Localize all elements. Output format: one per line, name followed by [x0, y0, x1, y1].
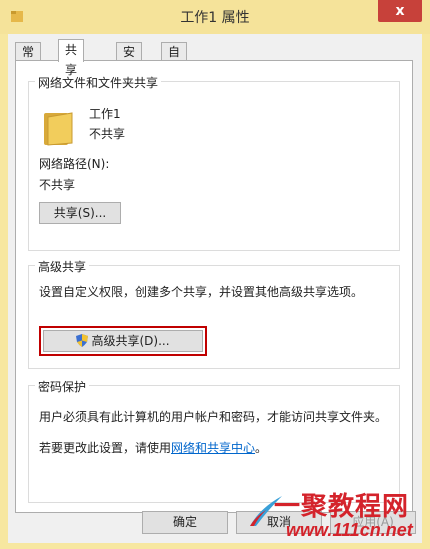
network-path-label: 网络路径(N): — [39, 157, 110, 171]
apply-button[interactable]: 应用(A) — [330, 511, 416, 534]
change-suffix: 。 — [255, 441, 268, 455]
tab-security[interactable]: 安全 — [116, 42, 143, 77]
password-description: 用户必须具有此计算机的用户帐户和密码，才能访问共享文件夹。 — [39, 410, 388, 424]
sharing-panel: 网络文件和文件夹共享 工作1 不共享 网络路径(N): 不共享 共享(S)...… — [15, 60, 413, 513]
title-bar: 工作1 属性 x — [0, 0, 430, 34]
window-title: 工作1 属性 — [180, 10, 250, 26]
group-title: 网络文件和文件夹共享 — [35, 74, 162, 91]
share-button[interactable]: 共享(S)... — [39, 202, 121, 224]
password-change-text: 若要更改此设置，请使用网络和共享中心。 — [39, 439, 267, 456]
advanced-share-group: 高级共享 设置自定义权限，创建多个共享，并设置其他高级共享选项。 高级共享(D)… — [28, 258, 400, 369]
tab-general[interactable]: 常规 — [15, 42, 42, 77]
close-button[interactable]: x — [378, 0, 422, 22]
change-prefix: 若要更改此设置，请使用 — [39, 441, 172, 455]
network-sharing-center-link[interactable]: 网络和共享中心 — [171, 441, 255, 455]
group-title: 密码保护 — [35, 378, 90, 395]
tab-customize[interactable]: 自定义 — [161, 42, 188, 95]
password-group: 密码保护 用户必须具有此计算机的用户帐户和密码，才能访问共享文件夹。 若要更改此… — [28, 378, 400, 503]
folder-share-status: 不共享 — [89, 127, 126, 141]
network-share-group: 网络文件和文件夹共享 工作1 不共享 网络路径(N): 不共享 共享(S)... — [28, 74, 400, 251]
advanced-share-description: 设置自定义权限，创建多个共享，并设置其他高级共享选项。 — [39, 285, 364, 299]
shield-icon — [76, 334, 89, 347]
folder-icon — [44, 112, 73, 146]
cancel-button[interactable]: 取消 — [236, 511, 322, 534]
tab-sharing[interactable]: 共享 — [58, 39, 85, 77]
folder-name: 工作1 — [89, 107, 121, 121]
network-path-value: 不共享 — [39, 178, 76, 192]
advanced-share-button-label: 高级共享(D)... — [91, 334, 170, 348]
ok-button[interactable]: 确定 — [142, 511, 228, 534]
properties-dialog: 常规 共享 安全 自定义 网络文件和文件夹共享 工作1 不共享 网络路径(N):… — [8, 34, 422, 543]
group-title: 高级共享 — [35, 258, 90, 275]
advanced-share-button[interactable]: 高级共享(D)... — [43, 330, 203, 352]
